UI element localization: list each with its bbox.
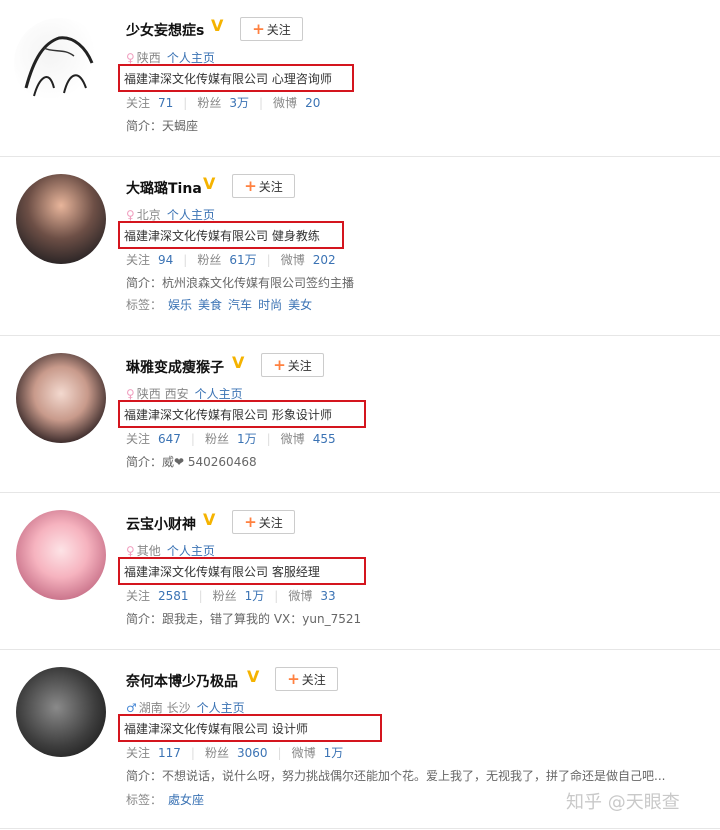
user-card: 大璐璐Tina V + 关注 ♀ 北京 个人主页 福建津深文化传媒有限公司 健身教练 …	[0, 157, 720, 336]
intro-line: 简介：天蝎座	[126, 119, 199, 133]
company-highlight: 福建津深文化传媒有限公司 客服经理	[118, 557, 366, 585]
tag[interactable]: 美食	[198, 298, 222, 312]
weibo-count[interactable]: 33	[320, 589, 335, 603]
plus-icon: +	[252, 20, 265, 38]
avatar[interactable]	[16, 174, 106, 264]
following-count[interactable]: 2581	[158, 589, 189, 603]
tags-line: 标签： 娱乐 美食 汽车 时尚 美女	[126, 298, 313, 312]
weibo-count[interactable]: 1万	[324, 746, 344, 760]
user-name[interactable]: 大璐璐Tina	[126, 178, 202, 198]
avatar[interactable]	[16, 510, 106, 600]
stats-line: 关注 2581 | 粉丝 1万 | 微博 33	[126, 589, 336, 603]
user-card: 少女妄想症s V + 关注 ♀ 陕西 个人主页 福建津深文化传媒有限公司 心理咨询师 …	[0, 0, 720, 157]
intro-line: 简介：跟我走，错了算我的 VX：yun_7521	[126, 612, 362, 626]
tag[interactable]: 汽车	[228, 298, 252, 312]
plus-icon: +	[273, 356, 286, 374]
user-name[interactable]: 云宝小财神	[126, 514, 196, 534]
verified-v-icon: V	[211, 16, 224, 35]
stats-line: 关注 71 | 粉丝 3万 | 微博 20	[126, 96, 321, 110]
company-highlight: 福建津深文化传媒有限公司 设计师	[118, 714, 382, 742]
avatar[interactable]	[14, 18, 104, 108]
tag[interactable]: 美女	[288, 298, 312, 312]
male-icon: ♂	[126, 701, 137, 715]
company-highlight: 福建津深文化传媒有限公司 健身教练	[118, 221, 344, 249]
sketch-avatar-icon	[24, 36, 94, 97]
fans-count[interactable]: 1万	[245, 589, 265, 603]
following-count[interactable]: 94	[158, 253, 173, 267]
user-name[interactable]: 少女妄想症s	[126, 20, 204, 40]
user-card: 琳雅变成瘦猴子 V + 关注 ♀ 陕西 西安 个人主页 福建津深文化传媒有限公司 形象…	[0, 336, 720, 493]
user-name[interactable]: 琳雅变成瘦猴子	[126, 357, 224, 377]
stats-line: 关注 117 | 粉丝 3060 | 微博 1万	[126, 746, 344, 760]
verified-v-icon: V	[203, 510, 216, 529]
following-count[interactable]: 71	[158, 96, 173, 110]
tag[interactable]: 时尚	[258, 298, 282, 312]
user-name[interactable]: 奈何本博少乃极品	[126, 671, 238, 691]
homepage-link[interactable]: 个人主页	[167, 544, 215, 558]
stats-line: 关注 94 | 粉丝 61万 | 微博 202	[126, 253, 336, 267]
weibo-count[interactable]: 202	[313, 253, 336, 267]
homepage-link[interactable]: 个人主页	[197, 701, 245, 715]
company-highlight: 福建津深文化传媒有限公司 形象设计师	[118, 400, 366, 428]
watermark: 知乎 @天眼查	[566, 792, 680, 813]
company-highlight: 福建津深文化传媒有限公司 心理咨询师	[118, 64, 354, 92]
follow-button[interactable]: + 关注	[232, 174, 295, 198]
stats-line: 关注 647 | 粉丝 1万 | 微博 455	[126, 432, 336, 446]
female-icon: ♀	[126, 544, 135, 558]
female-icon: ♀	[126, 387, 135, 401]
tags-line: 标签： 處女座	[126, 793, 205, 807]
intro-line: 简介：不想说话，说什么呀，努力挑战偶尔还能加个花。爱上我了，无视我了，拼了命还是…	[126, 769, 666, 783]
tag[interactable]: 娱乐	[168, 298, 192, 312]
avatar[interactable]	[16, 353, 106, 443]
follow-button[interactable]: + 关注	[232, 510, 295, 534]
following-count[interactable]: 117	[158, 746, 181, 760]
fans-count[interactable]: 1万	[237, 432, 257, 446]
plus-icon: +	[244, 177, 257, 195]
verified-v-icon: V	[203, 174, 216, 193]
following-count[interactable]: 647	[158, 432, 181, 446]
verified-v-icon: V	[232, 353, 245, 372]
fans-count[interactable]: 61万	[229, 253, 256, 267]
follow-button[interactable]: + 关注	[261, 353, 324, 377]
user-card: 云宝小财神 V + 关注 ♀ 其他 个人主页 福建津深文化传媒有限公司 客服经理 关注…	[0, 493, 720, 650]
plus-icon: +	[244, 513, 257, 531]
intro-line: 简介：威❤ 540260468	[126, 455, 257, 469]
homepage-link[interactable]: 个人主页	[195, 387, 243, 401]
verified-v-icon: V	[247, 667, 260, 686]
fans-count[interactable]: 3060	[237, 746, 268, 760]
tag[interactable]: 處女座	[168, 793, 204, 807]
avatar[interactable]	[16, 667, 106, 757]
follow-button[interactable]: + 关注	[240, 17, 303, 41]
homepage-link[interactable]: 个人主页	[167, 208, 215, 222]
female-icon: ♀	[126, 208, 135, 222]
follow-button[interactable]: + 关注	[275, 667, 338, 691]
plus-icon: +	[287, 670, 300, 688]
homepage-link[interactable]: 个人主页	[167, 51, 215, 65]
weibo-count[interactable]: 20	[305, 96, 320, 110]
female-icon: ♀	[126, 51, 135, 65]
weibo-count[interactable]: 455	[313, 432, 336, 446]
fans-count[interactable]: 3万	[229, 96, 249, 110]
intro-line: 简介：杭州浪森文化传媒有限公司签约主播	[126, 276, 355, 290]
